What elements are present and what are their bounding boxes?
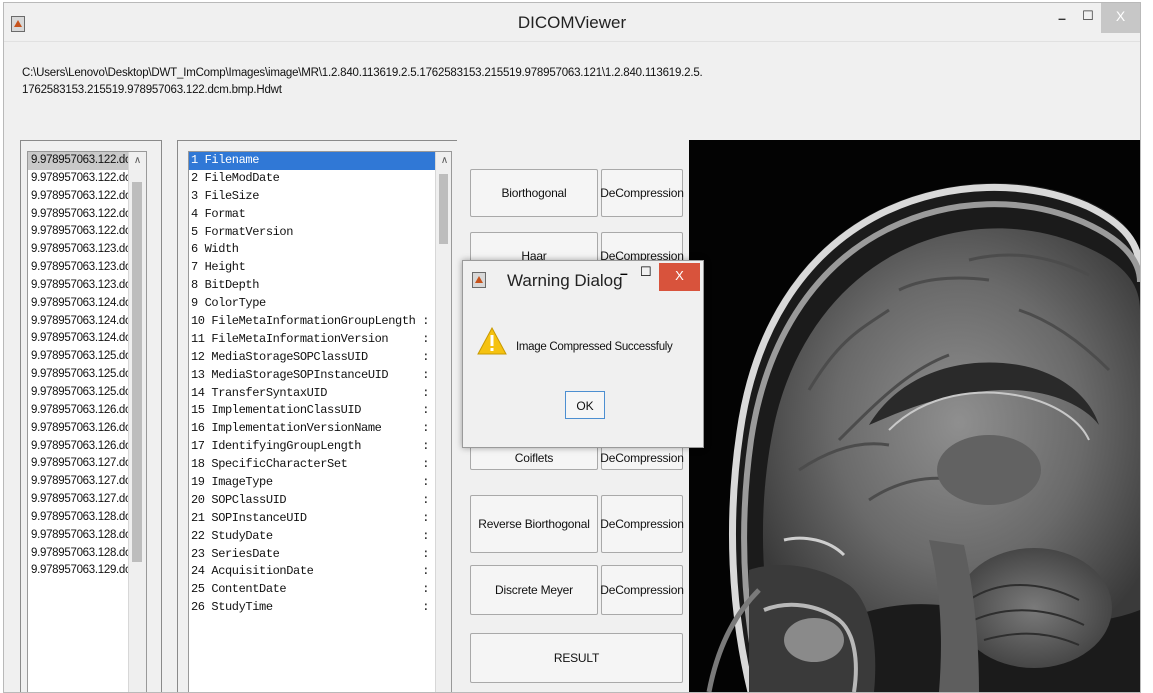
close-button[interactable]: X	[1101, 3, 1140, 33]
reverse-biorthogonal-button[interactable]: Reverse Biorthogonal	[470, 495, 598, 553]
metadata-item[interactable]: 25 ContentDate : 20010	[189, 581, 451, 599]
metadata-item[interactable]: 22 StudyDate : 20010	[189, 528, 451, 546]
dialog-title-bar: Warning Dialog – ☐ X	[463, 261, 703, 299]
scrollbar-thumb[interactable]	[439, 174, 448, 244]
metadata-item[interactable]: 16 ImplementationVersionName : DCM_V	[189, 420, 451, 438]
discrete-meyer-decompression-button[interactable]: DeCompression	[600, 565, 684, 615]
scroll-up-arrow-icon[interactable]: ∧	[129, 154, 146, 168]
biorthogonal-decompression-button[interactable]: DeCompression	[600, 169, 684, 217]
title-bar: DICOMViewer – ☐ X	[4, 3, 1140, 42]
dialog-message: Image Compressed Successfuly	[516, 341, 673, 353]
metadata-item[interactable]: 21 SOPInstanceUID : 1.2.8	[189, 510, 451, 528]
dialog-minimize-button[interactable]: –	[620, 265, 628, 281]
metadata-item[interactable]: 7 Height : 512	[189, 259, 451, 277]
metadata-item[interactable]: 1 Filename : C:\Us	[189, 152, 451, 170]
file-path-line-1: C:\Users\Lenovo\Desktop\DWT_ImComp\Image…	[22, 67, 703, 79]
metadata-item[interactable]: 3 FileSize : 53402	[189, 188, 451, 206]
metadata-item[interactable]: 12 MediaStorageSOPClassUID : 1.2.8	[189, 349, 451, 367]
dialog-maximize-button[interactable]: ☐	[640, 264, 652, 280]
metadata-item[interactable]: 14 TransferSyntaxUID : 1.2.8	[189, 385, 451, 403]
metadata-item[interactable]: 4 Format : DICOM	[189, 206, 451, 224]
file-list-scrollbar[interactable]: ∧	[128, 152, 146, 692]
minimize-button[interactable]: –	[1049, 7, 1075, 31]
maximize-button[interactable]: ☐	[1075, 5, 1101, 29]
matlab-app-icon	[472, 272, 486, 288]
metadata-item[interactable]: 9 ColorType : grays	[189, 295, 451, 313]
file-listbox[interactable]: 9.978957063.122.dcm 9.978957063.122.dcm.…	[27, 151, 147, 692]
metadata-item[interactable]: 24 AcquisitionDate : 20010	[189, 563, 451, 581]
metadata-item[interactable]: 5 FormatVersion : 3	[189, 224, 451, 242]
file-list-panel: 9.978957063.122.dcm 9.978957063.122.dcm.…	[20, 140, 162, 692]
metadata-item[interactable]: 23 SeriesDate : 20010	[189, 546, 451, 564]
metadata-item[interactable]: 6 Width : 512	[189, 241, 451, 259]
metadata-item[interactable]: 11 FileMetaInformationVersion : 1 0	[189, 331, 451, 349]
metadata-panel: 1 Filename : C:\Us 2 FileModDate : 29-Ap…	[177, 140, 459, 692]
main-window: DICOMViewer – ☐ X C:\Users\Lenovo\Deskto…	[3, 2, 1141, 693]
metadata-item[interactable]: 26 StudyTime : 12002	[189, 599, 451, 617]
metadata-item[interactable]: 19 ImageType : ORIGI	[189, 474, 451, 492]
metadata-item[interactable]: 17 IdentifyingGroupLength : 482	[189, 438, 451, 456]
metadata-item[interactable]: 10 FileMetaInformationGroupLength : 176	[189, 313, 451, 331]
window-title: DICOMViewer	[517, 13, 627, 32]
dialog-close-button[interactable]: X	[659, 263, 700, 291]
metadata-item[interactable]: 2 FileModDate : 29-Ap	[189, 170, 451, 188]
scrollbar-thumb[interactable]	[132, 182, 142, 562]
metadata-listbox[interactable]: 1 Filename : C:\Us 2 FileModDate : 29-Ap…	[188, 151, 452, 692]
result-button[interactable]: RESULT	[470, 633, 683, 683]
warning-dialog: Warning Dialog – ☐ X Image Compressed Su…	[462, 260, 704, 448]
metadata-item[interactable]: 18 SpecificCharacterSet : ISO_I	[189, 456, 451, 474]
metadata-item[interactable]: 13 MediaStorageSOPInstanceUID : 1.2.8	[189, 367, 451, 385]
discrete-meyer-button[interactable]: Discrete Meyer	[470, 565, 598, 615]
dialog-body: Image Compressed Successfuly OK	[463, 299, 703, 447]
mri-scan-graphic	[689, 140, 1140, 692]
ok-button[interactable]: OK	[565, 391, 605, 419]
dialog-title: Warning Dialog	[507, 271, 623, 290]
reverse-biorthogonal-decompression-button[interactable]: DeCompression	[600, 495, 684, 553]
biorthogonal-button[interactable]: Biorthogonal	[470, 169, 598, 217]
metadata-item[interactable]: 8 BitDepth : 16	[189, 277, 451, 295]
metadata-item[interactable]: 15 ImplementationClassUID : 1.2.1	[189, 402, 451, 420]
file-path-line-2: 1762583153.215519.978957063.122.dcm.bmp.…	[22, 84, 282, 96]
warning-icon	[477, 327, 507, 355]
metadata-item[interactable]: 20 SOPClassUID : 1.2.8	[189, 492, 451, 510]
metadata-scrollbar[interactable]: ∧	[435, 152, 451, 692]
scroll-up-arrow-icon[interactable]: ∧	[436, 154, 451, 168]
mri-brain-image	[689, 140, 1140, 692]
